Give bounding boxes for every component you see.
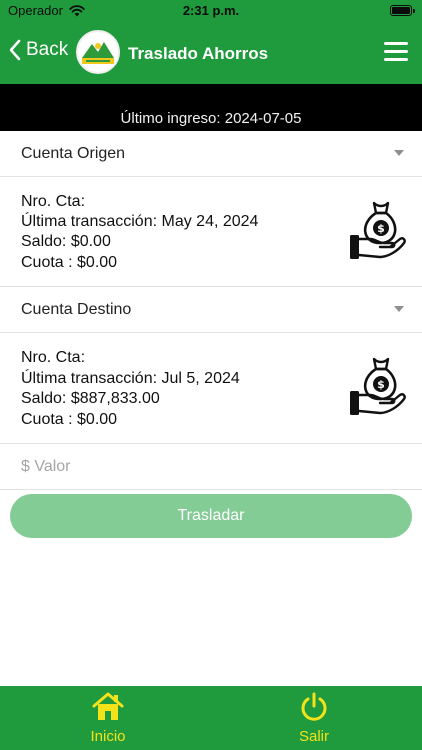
chevron-left-icon — [9, 39, 21, 61]
status-bar: Operador 2:31 p.m. — [0, 0, 422, 22]
menu-line-icon — [384, 50, 408, 53]
money-bag-hand-icon: $ — [350, 201, 406, 259]
destination-account-select[interactable]: Cuenta Destino — [0, 287, 422, 333]
caret-down-icon — [394, 306, 404, 312]
hamburger-menu-button[interactable] — [384, 42, 408, 62]
origin-fee: Cuota : $0.00 — [21, 254, 118, 271]
page-title: Traslado Ahorros — [128, 44, 269, 63]
back-label: Back — [26, 39, 69, 60]
destination-account-select-label: Cuenta Destino — [21, 301, 132, 318]
origin-last-transaction: Última transacción: May 24, 2024 — [21, 213, 259, 230]
status-time: 2:31 p.m. — [182, 3, 240, 18]
transfer-button[interactable]: Trasladar — [10, 494, 412, 538]
money-bag-hand-icon: $ — [350, 357, 406, 415]
bottom-tab-bar: Inicio Salir — [0, 686, 422, 750]
amount-input[interactable] — [0, 444, 422, 490]
origin-account-number: Nro. Cta: — [21, 193, 86, 210]
origin-balance: Saldo: $0.00 — [21, 233, 111, 250]
destination-fee: Cuota : $0.00 — [21, 411, 118, 428]
caret-down-icon — [394, 150, 404, 156]
cooperative-logo — [76, 30, 120, 74]
svg-text:$: $ — [377, 222, 385, 235]
destination-account-number: Nro. Cta: — [21, 349, 86, 366]
home-icon — [92, 692, 124, 720]
tab-home-label: Inicio — [90, 728, 126, 745]
origin-account-select-label: Cuenta Origen — [21, 145, 126, 162]
tab-exit[interactable]: Salir — [254, 692, 374, 745]
power-icon — [301, 692, 327, 721]
menu-line-icon — [384, 42, 408, 45]
menu-line-icon — [384, 58, 408, 61]
origin-account-select[interactable]: Cuenta Origen — [0, 131, 422, 177]
tab-exit-label: Salir — [298, 728, 329, 745]
destination-last-transaction: Última transacción: Jul 5, 2024 — [21, 370, 240, 387]
battery-icon — [390, 5, 415, 16]
tab-home[interactable]: Inicio — [48, 692, 168, 745]
last-login-text: Último ingreso: 2024-07-05 — [120, 110, 302, 127]
navigation-bar: Back Traslado Ahorros — [0, 22, 422, 84]
back-button[interactable]: Back — [8, 39, 68, 61]
svg-text:$: $ — [377, 378, 385, 391]
last-login-banner: Último ingreso: 2024-07-05 — [0, 84, 422, 131]
destination-account-details: Nro. Cta: Última transacción: Jul 5, 202… — [0, 333, 422, 444]
destination-balance: Saldo: $887,833.00 — [21, 390, 160, 407]
origin-account-details: Nro. Cta: Última transacción: May 24, 20… — [0, 177, 422, 287]
